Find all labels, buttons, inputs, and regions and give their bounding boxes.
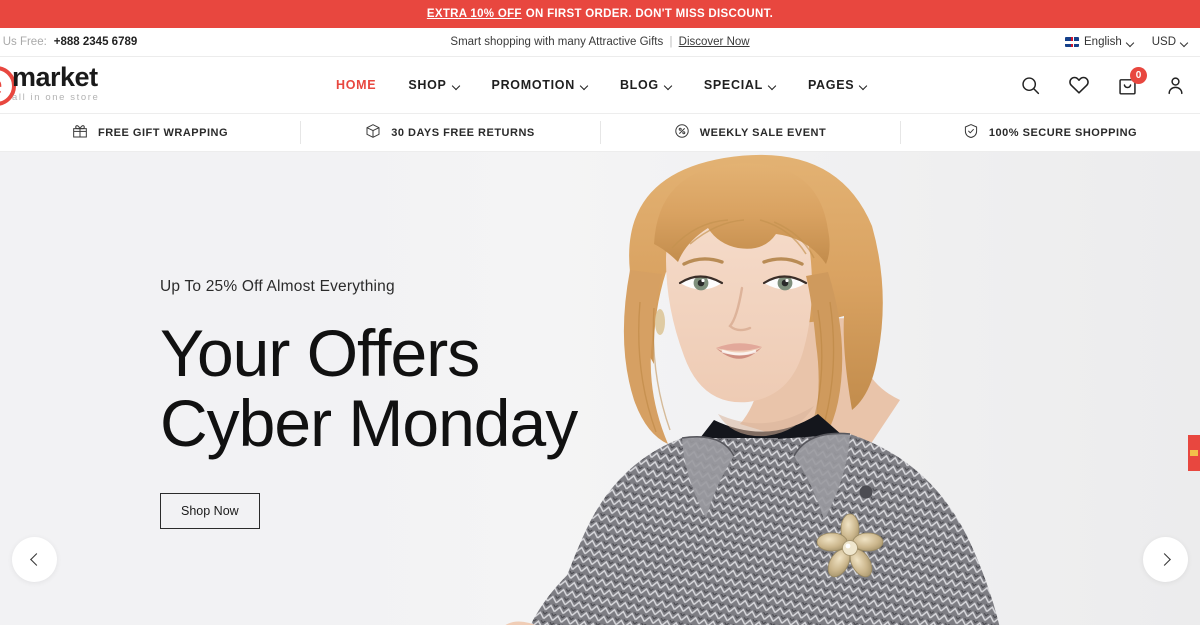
chevron-down-icon [1127,39,1134,46]
chevron-right-icon [1160,554,1171,565]
percent-badge-icon [674,123,690,142]
nav-label: BLOG [619,78,659,92]
announcement-text: ON FIRST ORDER. DON'T MISS DISCOUNT. [525,8,774,20]
language-selector[interactable]: English [1065,36,1134,48]
currency-selector[interactable]: USD [1152,36,1188,48]
phone-number[interactable]: +888 2345 6789 [54,36,137,48]
feature-label: 30 DAYS FREE RETURNS [391,126,535,139]
announcement-bar: EXTRA 10% OFF ON FIRST ORDER. DON'T MISS… [0,0,1200,28]
features-bar: FREE GIFT WRAPPING 30 DAYS FREE RETURNS … [0,113,1200,152]
side-promo-tab[interactable] [1188,435,1200,471]
header-actions: 0 [1020,66,1186,96]
locale-controls: English USD [1065,36,1188,48]
nav-item-blog[interactable]: BLOG [620,78,672,92]
promo-separator: | [669,36,673,48]
chevron-down-icon [665,82,672,89]
chevron-down-icon [1181,39,1188,46]
language-label: English [1084,36,1122,48]
call-us-block: all Us Free: +888 2345 6789 [0,36,137,48]
hero-slider: Up To 25% Off Almost Everything Your Off… [0,152,1200,625]
chevron-down-icon [453,82,460,89]
feature-free-gift-wrapping[interactable]: FREE GIFT WRAPPING [0,114,300,151]
gift-icon [72,123,88,142]
nav-item-home[interactable]: HOME [336,78,376,92]
nav-label: PAGES [807,78,855,92]
utility-bar: all Us Free: +888 2345 6789 Smart shoppi… [0,28,1200,57]
feature-30-days-free-returns[interactable]: 30 DAYS FREE RETURNS [300,114,600,151]
slider-prev-button[interactable] [12,537,57,582]
logo-wordmark: market all in one store [12,61,100,106]
site-logo[interactable]: e market all in one store [0,61,105,107]
logo-tagline: all in one store [12,91,100,103]
feature-label: FREE GIFT WRAPPING [98,126,228,139]
chevron-down-icon [769,82,776,89]
shield-check-icon [963,123,979,142]
chevron-down-icon [581,82,588,89]
logo-mark-letter: e [0,70,2,98]
site-header: e market all in one store HOME SHOP PROM… [0,57,1200,113]
logo-brand: market [12,61,98,92]
wishlist-heart-icon[interactable] [1068,74,1090,96]
box-icon [365,123,381,142]
uk-flag-icon [1065,37,1079,47]
nav-label: HOME [336,78,377,92]
nav-item-special[interactable]: SPECIAL [704,78,776,92]
shop-now-button[interactable]: Shop Now [160,492,260,529]
hero-title-line-2: Cyber Monday [160,385,578,460]
chevron-left-icon [29,554,40,565]
main-navigation: HOME SHOP PROMOTION BLOG SPECIAL PAGES [336,78,867,92]
nav-label: PROMOTION [491,78,575,92]
nav-item-promotion[interactable]: PROMOTION [492,78,588,92]
feature-label: WEEKLY SALE EVENT [699,126,827,139]
nav-label: SHOP [408,78,447,92]
hero-subtitle: Up To 25% Off Almost Everything [160,278,395,295]
promo-text: Smart shopping with many Attractive Gift… [450,36,664,48]
nav-item-shop[interactable]: SHOP [408,78,459,92]
feature-label: 100% SECURE SHOPPING [988,126,1138,139]
discover-now-link[interactable]: Discover Now [679,36,750,48]
cart-bag-icon[interactable]: 0 [1117,66,1147,96]
feature-secure-shopping[interactable]: 100% SECURE SHOPPING [900,114,1200,151]
currency-label: USD [1151,36,1176,48]
slider-next-button[interactable] [1143,537,1188,582]
cart-count-badge: 0 [1130,66,1147,84]
search-icon[interactable] [1020,75,1041,96]
account-user-icon[interactable] [1165,75,1186,96]
hero-content: Up To 25% Off Almost Everything Your Off… [160,278,578,529]
chevron-down-icon [860,82,867,89]
promo-message: Smart shopping with many Attractive Gift… [450,36,749,48]
call-us-label: all Us Free: [0,36,47,48]
announcement-emphasis[interactable]: EXTRA 10% OFF [427,8,522,20]
nav-item-pages[interactable]: PAGES [808,78,867,92]
hero-title-line-1: Your Offers [160,316,480,390]
feature-weekly-sale-event[interactable]: WEEKLY SALE EVENT [600,114,900,151]
nav-label: SPECIAL [703,78,763,92]
